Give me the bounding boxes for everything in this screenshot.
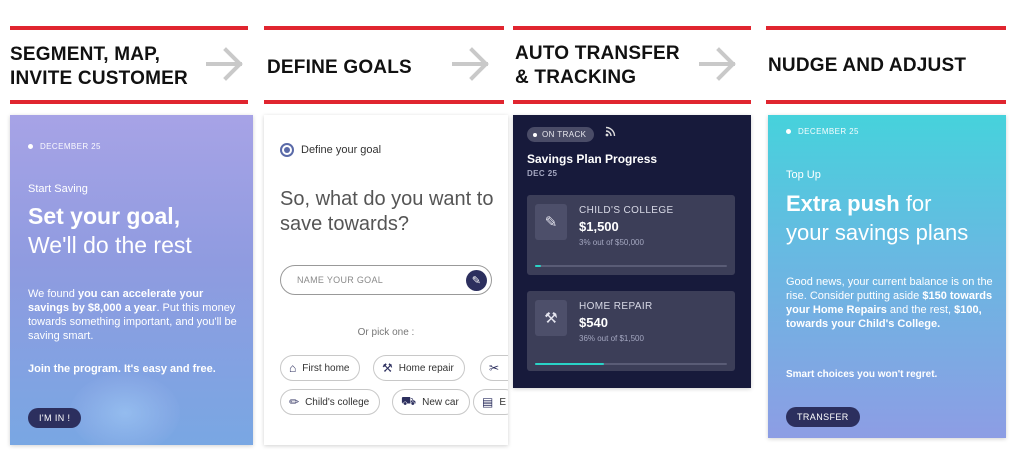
card-body: Good news, your current balance is on th… <box>786 276 993 330</box>
headline: Set your goal, <box>28 203 181 229</box>
bullet-icon <box>28 144 33 149</box>
goal-card-childs-college[interactable]: ✎ CHILD'S COLLEGE $1,500 3% out of $50,0… <box>527 195 735 275</box>
pick-one-label: Or pick one : <box>357 327 415 338</box>
card-nudge: DECEMBER 25 Top Up Extra push for your s… <box>768 115 1006 438</box>
tools-icon: ✂ <box>489 361 500 375</box>
chip-partial-e[interactable]: ▤ E <box>473 389 508 415</box>
pencil-icon[interactable]: ✎ <box>466 270 487 291</box>
bullet-icon <box>786 129 791 134</box>
progress-fill <box>535 265 541 267</box>
chip-new-car[interactable]: ⛟ New car <box>392 389 470 415</box>
smart-choices-text: Smart choices you won't regret. <box>786 369 938 380</box>
date-label: DECEMBER 25 <box>786 127 859 136</box>
step-title: AUTO TRANSFER & TRACKING <box>515 43 680 88</box>
bottom-red-bar <box>513 100 751 104</box>
progress-track <box>535 265 727 267</box>
coins-illustration <box>70 373 180 445</box>
card-invite: DECEMBER 25 Start Saving Set your goal, … <box>10 115 253 445</box>
status-badge: ON TRACK <box>527 127 595 142</box>
card-define-goals: Define your goal So, what do you want to… <box>264 115 508 445</box>
card-label: Start Saving <box>28 183 88 195</box>
progress-title: Savings Plan Progress <box>527 152 658 166</box>
step-header-1: SEGMENT, MAP, INVITE CUSTOMER <box>10 26 248 104</box>
arrow-right-icon <box>206 47 243 81</box>
step-header-4: NUDGE AND ADJUST <box>766 26 1006 104</box>
rss-icon[interactable] <box>605 126 616 137</box>
tools-icon: ⚒ <box>535 300 567 336</box>
bottom-red-bar <box>766 100 1006 104</box>
card-tracking: ON TRACK Savings Plan Progress DEC 25 ✎ … <box>513 115 751 388</box>
headline: Extra push for your savings plans <box>786 191 969 245</box>
progress-track <box>535 363 727 365</box>
step-header-2: DEFINE GOALS <box>264 26 504 104</box>
bullet-icon <box>533 132 537 137</box>
college-icon: ✏ <box>289 395 300 409</box>
chip-partial[interactable]: ✂ <box>480 355 508 381</box>
chip-first-home[interactable]: ⌂ First home <box>280 355 361 381</box>
step-title: NUDGE AND ADJUST <box>768 55 967 76</box>
bottom-red-bar <box>264 100 504 104</box>
arrow-right-icon <box>452 47 489 81</box>
tools-icon: ⚒ <box>382 361 393 375</box>
progress-fill <box>535 363 605 365</box>
bottom-red-bar <box>10 100 248 104</box>
date-label: DECEMBER 25 <box>28 142 101 151</box>
goal-name-input[interactable]: NAME YOUR GOAL ✎ <box>280 265 492 295</box>
card-body: We found you can accelerate your savings… <box>28 288 237 342</box>
step-title: SEGMENT, MAP, INVITE CUSTOMER <box>10 44 188 89</box>
define-goal-header: Define your goal <box>280 143 381 157</box>
subheadline: We'll do the rest <box>28 232 192 258</box>
transfer-button[interactable]: TRANSFER <box>786 407 860 427</box>
house-icon: ⌂ <box>289 361 297 375</box>
pencil-ruler-icon: ✎ <box>535 204 567 240</box>
car-icon: ⛟ <box>401 394 417 408</box>
card-label: Top Up <box>786 169 821 181</box>
goal-question: So, what do you want to save towards? <box>280 188 494 235</box>
chip-home-repair[interactable]: ⚒ Home repair <box>373 355 465 381</box>
chip-childs-college[interactable]: ✏ Child's college <box>280 389 381 415</box>
progress-date: DEC 25 <box>527 169 558 178</box>
arrow-right-icon <box>699 47 736 81</box>
step-title: DEFINE GOALS <box>267 57 412 78</box>
goal-card-home-repair[interactable]: ⚒ HOME REPAIR $540 36% out of $1,500 <box>527 291 735 371</box>
step-header-3: AUTO TRANSFER & TRACKING <box>513 26 751 104</box>
im-in-button[interactable]: I'M IN ! <box>28 408 82 428</box>
target-icon <box>280 143 294 157</box>
book-icon: ▤ <box>482 395 494 409</box>
